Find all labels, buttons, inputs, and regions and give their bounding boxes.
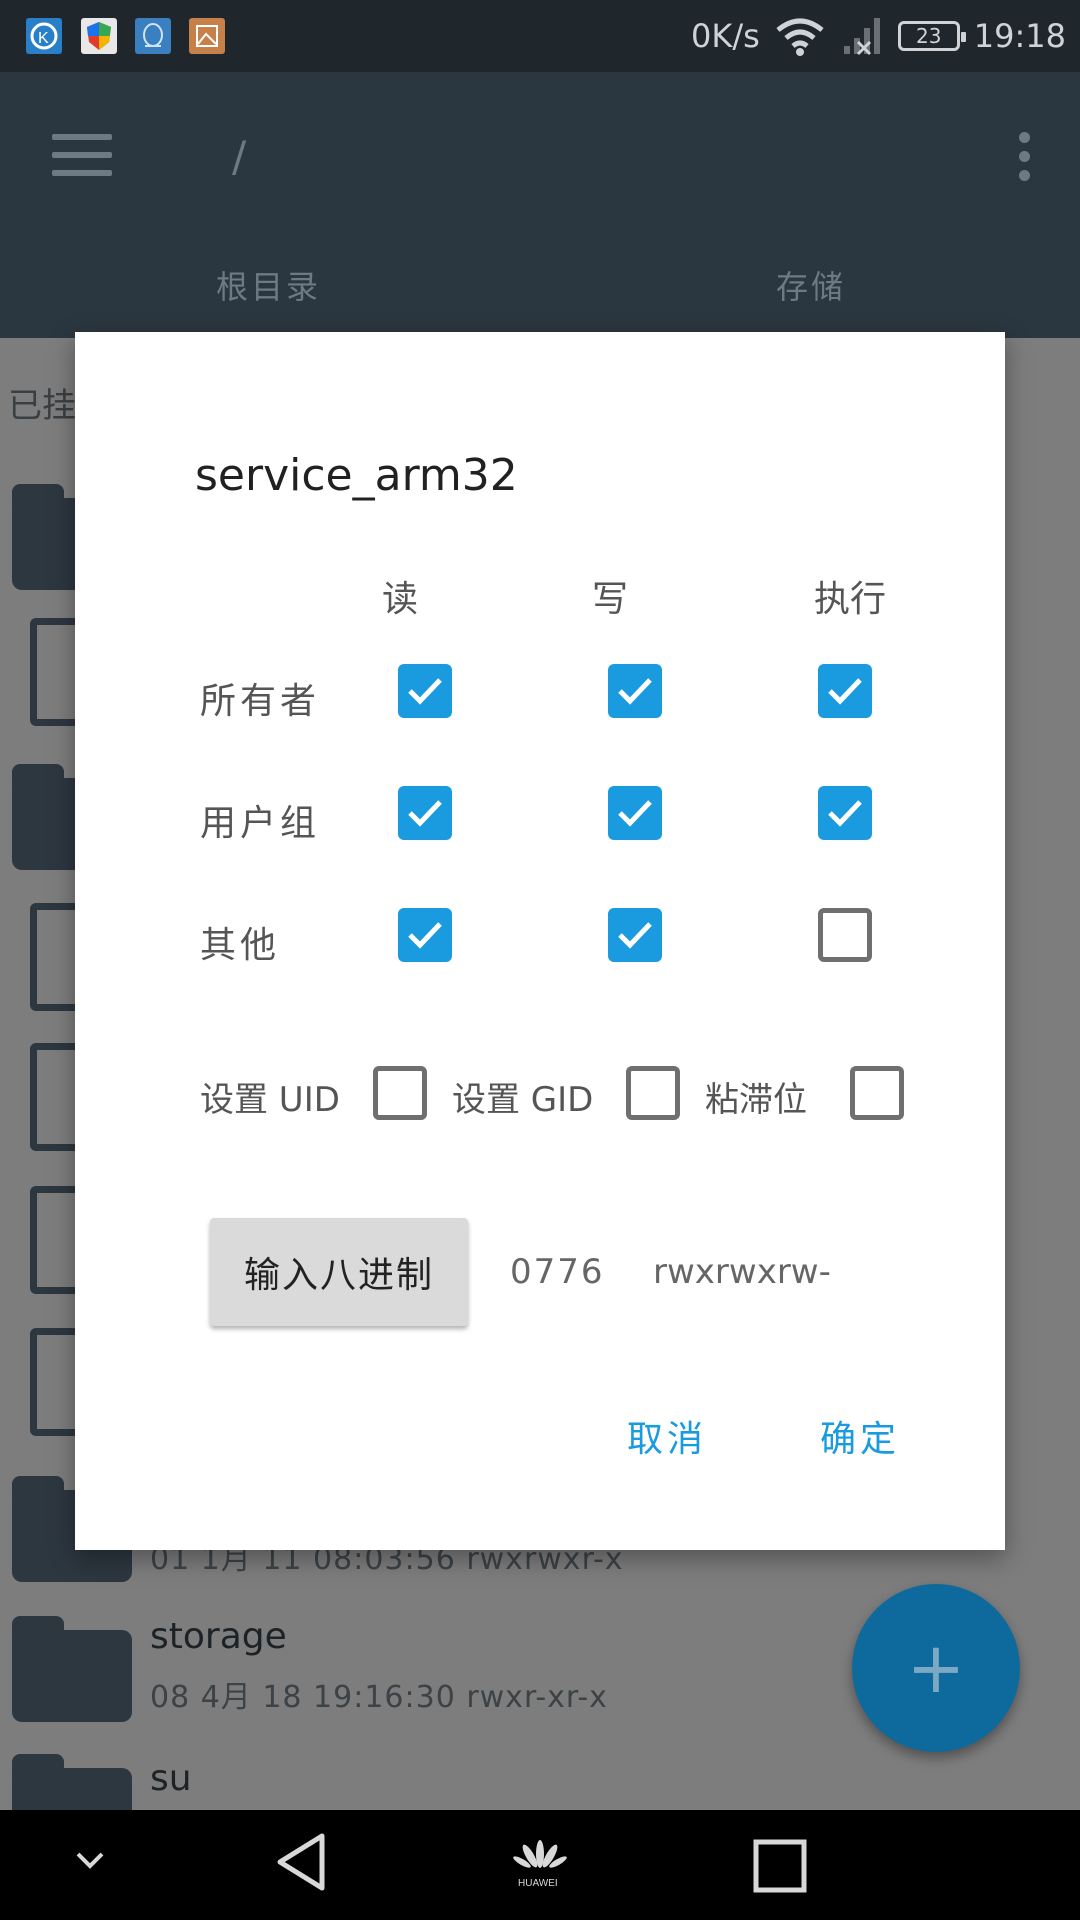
check-icon: [618, 678, 652, 705]
k-app-icon: K: [26, 18, 62, 54]
column-write: 写: [591, 579, 628, 620]
check-icon: [408, 678, 442, 705]
dialog-title: service_arm32: [195, 450, 518, 501]
column-read: 读: [381, 579, 418, 620]
item-name[interactable]: su: [150, 1758, 192, 1799]
setuid-label: 设置 UID: [200, 1080, 340, 1120]
current-path: /: [232, 132, 247, 181]
tab-root[interactable]: 根目录: [216, 262, 321, 308]
owner-read-checkbox[interactable]: [398, 664, 452, 718]
permissions-dialog: service_arm32 读 写 执行 所有者 用户组 其他 设置 UID 设…: [75, 332, 1005, 1550]
check-icon: [618, 800, 652, 827]
more-options-icon[interactable]: [1016, 132, 1032, 182]
hide-nav-icon[interactable]: [72, 1848, 108, 1872]
item-name[interactable]: storage: [150, 1616, 287, 1657]
item-meta: 08 4月 18 19:16:30 rwxr-xr-x: [150, 1680, 608, 1715]
battery-icon: 23: [897, 21, 966, 51]
signal-icon: [843, 18, 880, 56]
permission-string: rwxrwxrw-: [653, 1252, 831, 1292]
group-write-checkbox[interactable]: [608, 786, 662, 840]
setuid-checkbox[interactable]: [373, 1066, 427, 1120]
tab-storage[interactable]: 存储: [776, 262, 846, 308]
qq-app-icon: [135, 18, 171, 54]
nav-bar: HUAWEI: [0, 1810, 1080, 1920]
other-read-checkbox[interactable]: [398, 908, 452, 962]
menu-icon[interactable]: [52, 134, 114, 180]
gallery-app-icon: [189, 18, 225, 54]
owner-write-checkbox[interactable]: [608, 664, 662, 718]
shield-app-icon: [81, 18, 117, 54]
other-write-checkbox[interactable]: [608, 908, 662, 962]
mounted-label: 已挂: [8, 386, 76, 426]
setgid-label: 设置 GID: [452, 1080, 594, 1120]
wifi-icon: [776, 18, 824, 56]
cancel-button[interactable]: 取消: [627, 1410, 707, 1462]
row-group-label: 用户组: [200, 803, 321, 844]
clock: 19:18: [973, 17, 1066, 55]
other-exec-checkbox[interactable]: [818, 908, 872, 962]
row-owner-label: 所有者: [200, 681, 321, 722]
plus-icon: +: [906, 1627, 966, 1709]
enter-octal-button[interactable]: 输入八进制: [210, 1218, 468, 1326]
huawei-home-icon[interactable]: HUAWEI: [510, 1836, 570, 1888]
column-exec: 执行: [813, 579, 886, 620]
status-bar: K 0K/s 23 19:18: [0, 0, 1080, 72]
check-icon: [828, 678, 862, 705]
sticky-bit-checkbox[interactable]: [850, 1066, 904, 1120]
check-icon: [828, 800, 862, 827]
group-read-checkbox[interactable]: [398, 786, 452, 840]
app-bar: / 根目录 存储: [0, 72, 1080, 338]
add-fab-button[interactable]: +: [852, 1584, 1020, 1752]
sticky-bit-label: 粘滞位: [705, 1080, 807, 1120]
net-speed: 0K/s: [690, 17, 760, 55]
svg-text:HUAWEI: HUAWEI: [518, 1878, 558, 1888]
check-icon: [408, 800, 442, 827]
setgid-checkbox[interactable]: [626, 1066, 680, 1120]
svg-text:K: K: [38, 30, 49, 47]
group-exec-checkbox[interactable]: [818, 786, 872, 840]
check-icon: [618, 922, 652, 949]
row-other-label: 其他: [200, 925, 281, 966]
check-icon: [408, 922, 442, 949]
back-icon[interactable]: [272, 1830, 328, 1894]
ok-button[interactable]: 确定: [820, 1410, 900, 1462]
recents-icon[interactable]: [752, 1838, 808, 1894]
folder-icon[interactable]: [12, 1616, 132, 1722]
owner-exec-checkbox[interactable]: [818, 664, 872, 718]
octal-value: 0776: [510, 1252, 605, 1292]
